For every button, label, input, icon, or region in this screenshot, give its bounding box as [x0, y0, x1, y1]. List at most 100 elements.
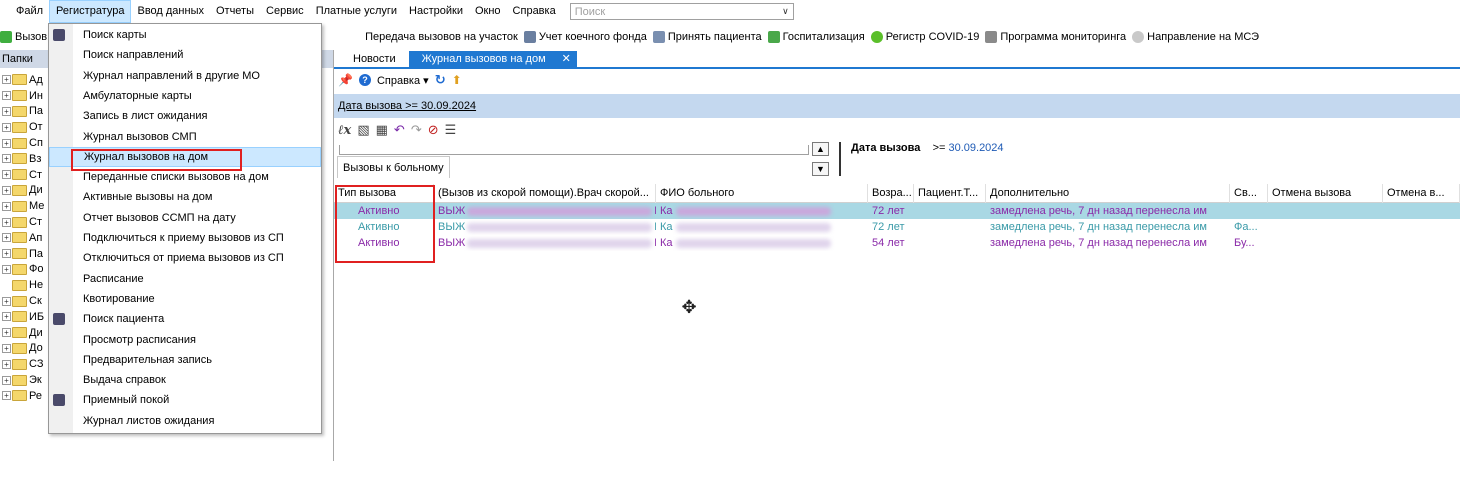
menu-item[interactable]: Отключиться от приема вызовов из СП [49, 248, 321, 268]
menu-paid-services[interactable]: Платные услуги [310, 0, 403, 23]
menu-file[interactable]: Файл [0, 0, 49, 23]
menu-item[interactable]: Активные вызовы на дом [49, 187, 321, 207]
expand-icon[interactable]: + [2, 312, 11, 322]
menu-item[interactable]: Поиск направлений [49, 45, 321, 65]
column-search-input[interactable] [339, 145, 809, 155]
expand-icon[interactable] [2, 281, 11, 290]
menu-item[interactable]: Отчет вызовов ССМП на дату [49, 208, 321, 228]
expand-icon[interactable]: + [2, 75, 11, 85]
toolbar-hospitalization-button[interactable]: Госпитализация [767, 31, 865, 43]
toolbar-bed-fund-button[interactable]: Учет коечного фонда [523, 31, 647, 43]
table-filter-icon[interactable]: ▦ [376, 122, 388, 138]
menu-item[interactable]: Амбулаторные карты [49, 86, 321, 106]
menu-item[interactable]: Поиск пациента [49, 309, 321, 329]
menu-reports[interactable]: Отчеты [210, 0, 260, 23]
menu-item-label: Поиск направлений [83, 49, 184, 62]
filter-condition[interactable]: Дата вызова >= 30.09.2024 [839, 142, 1004, 176]
binoculars-icon [53, 394, 65, 407]
toolbar-accept-patient-button[interactable]: Принять пациента [652, 31, 762, 43]
help-icon[interactable]: ? [358, 74, 371, 86]
table-row[interactable]: АктивноВЫЖНАКа54 летзамедлена речь, 7 дн… [334, 235, 1460, 251]
column-header-sv[interactable]: Св... [1230, 184, 1268, 203]
expand-icon[interactable]: + [2, 91, 11, 101]
menu-item[interactable]: Просмотр расписания [49, 330, 321, 350]
menu-item[interactable]: Квотирование [49, 289, 321, 309]
menu-item[interactable]: Приемный покой [49, 390, 321, 410]
tab-news[interactable]: Новости [340, 51, 409, 68]
expand-icon[interactable]: + [2, 264, 11, 274]
filter-edit-icon[interactable]: ▧ [357, 122, 369, 138]
toolbar-mse-button[interactable]: Направление на МСЭ [1132, 31, 1259, 43]
close-icon[interactable]: ✕ [562, 53, 571, 65]
toolbar-transfer-button[interactable]: Передача вызовов на участок [365, 31, 518, 43]
column-header-age[interactable]: Возра... [868, 184, 914, 203]
active-filter-link[interactable]: Дата вызова >= 30.09.2024 [338, 100, 476, 112]
folder-icon [12, 248, 27, 260]
redacted-text [675, 222, 831, 232]
list-icon[interactable]: ☰ [445, 122, 457, 138]
menu-settings[interactable]: Настройки [403, 0, 469, 23]
menu-item[interactable]: Журнал листов ожидания [49, 411, 321, 431]
expand-icon[interactable]: + [2, 233, 11, 243]
expand-icon[interactable]: + [2, 296, 11, 306]
redo-icon[interactable]: ↷ [411, 122, 422, 138]
expand-icon[interactable]: + [2, 249, 11, 259]
tab-patient-calls[interactable]: Вызовы к больному [337, 156, 450, 178]
undo-icon[interactable]: ↶ [394, 122, 405, 138]
menu-data-entry[interactable]: Ввод данных [131, 0, 210, 23]
expand-icon[interactable]: + [2, 391, 11, 401]
column-header-doctor[interactable]: (Вызов из скорой помощи).Врач скорой... [434, 184, 656, 203]
expand-icon[interactable]: + [2, 106, 11, 116]
column-header-extra[interactable]: Дополнительно [986, 184, 1230, 203]
column-header-patient[interactable]: ФИО больного [656, 184, 868, 203]
folder-arrow-icon[interactable]: ⬆ [452, 73, 462, 87]
expand-icon[interactable]: + [2, 375, 11, 385]
menu-help[interactable]: Справка [507, 0, 562, 23]
menu-window[interactable]: Окно [469, 0, 507, 23]
expand-icon[interactable]: + [2, 217, 11, 227]
scroll-up-icon[interactable]: ▲ [812, 142, 829, 156]
menu-item[interactable]: Журнал вызовов СМП [49, 127, 321, 147]
menu-item[interactable]: Расписание [49, 269, 321, 289]
toolbar-monitoring-button[interactable]: Программа мониторинга [985, 31, 1126, 43]
pin-icon[interactable]: 📌 [338, 73, 353, 87]
menu-item[interactable]: Выдача справок [49, 370, 321, 390]
table-cell [1230, 203, 1268, 219]
column-header-cancel[interactable]: Отмена вызова [1268, 184, 1383, 203]
refresh-icon[interactable]: ↻ [435, 72, 446, 88]
toolbar-call-button[interactable]: Вызов [0, 31, 47, 43]
expand-icon[interactable]: + [2, 201, 11, 211]
scroll-down-icon[interactable]: ▼ [812, 162, 829, 176]
menu-item[interactable]: Запись в лист ожидания [49, 106, 321, 126]
menu-item[interactable]: Журнал направлений в другие МО [49, 66, 321, 86]
binoculars-icon [53, 29, 65, 41]
table-row[interactable]: АктивноВЫЖНАКа72 летзамедлена речь, 7 дн… [334, 203, 1460, 219]
formula-icon[interactable]: ℓx [338, 122, 351, 138]
cell-text: Ка [660, 221, 673, 233]
menu-item[interactable]: Предварительная запись [49, 350, 321, 370]
help-menu-button[interactable]: Справка ▾ [377, 74, 429, 87]
expand-icon[interactable]: + [2, 170, 11, 180]
expand-icon[interactable]: + [2, 138, 11, 148]
column-header-patient-t[interactable]: Пациент.Т... [914, 184, 986, 203]
expand-icon[interactable]: + [2, 359, 11, 369]
tab-home-call-journal[interactable]: Журнал вызовов на дом ✕ [408, 51, 577, 68]
expand-icon[interactable]: + [2, 122, 11, 132]
chevron-down-icon[interactable]: ∨ [782, 6, 789, 17]
menu-registratura[interactable]: Регистратура [49, 0, 132, 23]
annotation-box-type-column [335, 185, 435, 263]
column-header-cancel-2[interactable]: Отмена в... [1383, 184, 1460, 203]
expand-icon[interactable]: + [2, 343, 11, 353]
menu-service[interactable]: Сервис [260, 0, 310, 23]
table-row[interactable]: АктивноВЫЖНАКа72 летзамедлена речь, 7 дн… [334, 219, 1460, 235]
clear-filter-icon[interactable]: ⊘ [428, 122, 439, 138]
expand-icon[interactable]: + [2, 185, 11, 195]
expand-icon[interactable]: + [2, 328, 11, 338]
table-cell: замедлена речь, 7 дн назад перенесла им [986, 235, 1230, 251]
expand-icon[interactable]: + [2, 154, 11, 164]
folder-label: Па [29, 247, 44, 260]
search-input[interactable]: Поиск ∨ [569, 3, 794, 20]
toolbar-covid-button[interactable]: Регистр COVID-19 [870, 31, 979, 43]
menu-item[interactable]: Поиск карты [49, 25, 321, 45]
menu-item[interactable]: Подключиться к приему вызовов из СП [49, 228, 321, 248]
